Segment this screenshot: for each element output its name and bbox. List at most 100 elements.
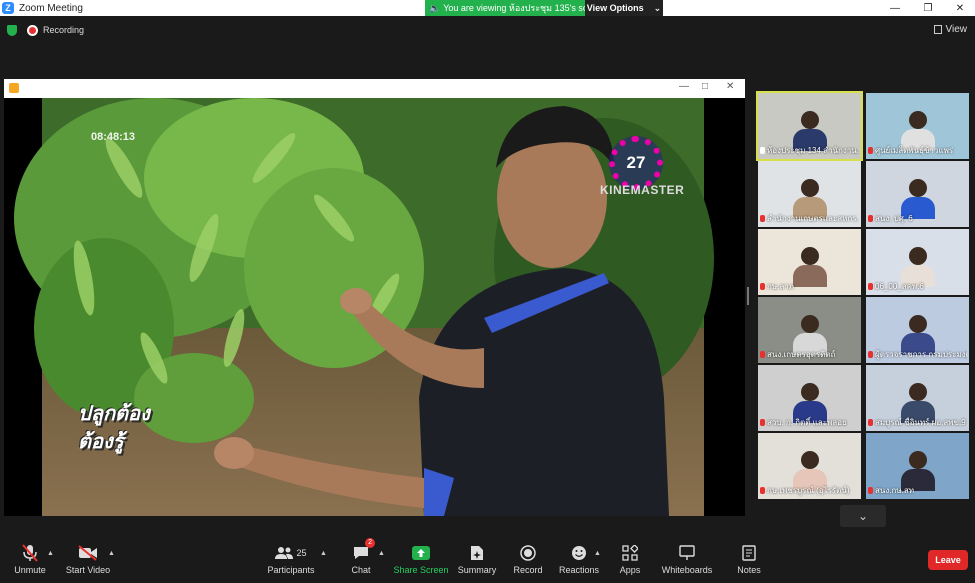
view-options-button[interactable]: View Options ⌄ (585, 0, 663, 16)
kinemaster-watermark: KINEMASTER (600, 183, 685, 197)
participant-head (801, 451, 819, 469)
mic-muted-icon (868, 215, 873, 222)
video-off-icon (78, 543, 98, 563)
mic-muted-icon (760, 283, 765, 290)
channel-logo: 27 (609, 136, 663, 190)
participant-tile[interactable]: กษ.เพชรบูรณ์ (อุไรรัตน์) (758, 433, 861, 499)
record-icon (520, 543, 536, 563)
participant-head (801, 315, 819, 333)
unmute-button[interactable]: Unmute (0, 543, 60, 575)
share-screen-icon (412, 543, 430, 563)
participant-tile[interactable]: สำนักงานเกษตรและสหกร... (758, 161, 861, 227)
participant-name: ห้องประชุม 134 สำนักงาน... (760, 144, 859, 157)
mic-muted-icon (22, 543, 38, 563)
participant-name: กษ.ลาภ (760, 280, 859, 293)
chat-icon: 2 (353, 538, 375, 563)
participants-button[interactable]: 25 Participants (261, 543, 321, 575)
chat-caret-icon[interactable]: ▲ (378, 550, 385, 557)
panel-splitter[interactable] (747, 287, 749, 305)
mic-icon (760, 147, 765, 154)
mic-muted-icon (760, 487, 765, 494)
audio-options-caret-icon[interactable]: ▲ (47, 550, 54, 557)
summary-icon (470, 543, 484, 563)
shared-minimize-icon: — (679, 81, 689, 92)
chat-button[interactable]: 2 Chat (331, 538, 391, 575)
meeting-status-row: Recording View (0, 20, 975, 40)
whiteboards-button[interactable]: Whiteboards (657, 543, 717, 575)
zoom-logo-icon: Z (2, 2, 14, 14)
start-video-button[interactable]: Start Video (58, 543, 118, 575)
participant-tile[interactable]: สวบ. ก. กิตติ์ และพลอย (758, 365, 861, 431)
recording-label: Recording (43, 25, 85, 35)
view-button[interactable]: View (933, 24, 967, 35)
leave-button[interactable]: Leave (928, 550, 968, 570)
mic-muted-icon (868, 283, 873, 290)
participant-head (909, 451, 927, 469)
shared-window-titlebar: — □ ✕ (4, 79, 745, 98)
shared-screen-window: — □ ✕ 08:48:13 27 KINEMASTER ปลูกต้อง ต้… (4, 79, 745, 516)
mic-muted-icon (868, 487, 873, 494)
mic-muted-icon (760, 419, 765, 426)
notes-button[interactable]: Notes (719, 543, 779, 575)
shield-icon[interactable] (7, 25, 17, 36)
participant-name: สนง. ปศุ. 6 (868, 212, 967, 225)
chevron-down-icon: ⌄ (653, 2, 662, 13)
mic-muted-icon (868, 419, 873, 426)
participant-head (909, 111, 927, 129)
apps-button[interactable]: Apps (600, 543, 660, 575)
participant-name: กษ.เพชรบูรณ์ (อุไรรัตน์) (760, 484, 859, 497)
whiteboard-icon (679, 543, 695, 563)
participant-name: สวบ. ก. กิตติ์ และพลอย (760, 416, 859, 429)
participants-count: 25 (296, 548, 307, 558)
participant-head (909, 179, 927, 197)
participant-head (909, 247, 927, 265)
participant-head (909, 315, 927, 333)
participant-tile[interactable]: สนง. ปศุ. 6 (866, 161, 969, 227)
gallery-scroll-down-button[interactable]: ⌄ (840, 505, 886, 527)
participant-tile[interactable]: สนง.กษ.สท (866, 433, 969, 499)
participant-tile[interactable]: ห้องประชุม 134 สำนักงาน... (756, 91, 863, 161)
shared-close-icon: ✕ (726, 81, 735, 92)
minimize-icon[interactable]: — (880, 0, 910, 16)
chat-badge: 2 (365, 538, 375, 548)
share-screen-button[interactable]: Share Screen (391, 543, 451, 575)
mic-muted-icon (760, 215, 765, 222)
mic-muted-icon (868, 351, 873, 358)
participant-name: สนง.เกษตรอุตรดิตถ์ (760, 348, 859, 361)
maximize-icon[interactable]: ❐ (913, 0, 943, 16)
participant-tile[interactable]: สมบูรณ์ ชื่อินทร์ ผอ.สพข.9 (866, 365, 969, 431)
close-icon[interactable]: ✕ (945, 0, 975, 16)
participant-head (801, 179, 819, 197)
participant-head (801, 111, 819, 129)
video-options-caret-icon[interactable]: ▲ (108, 550, 115, 557)
speaker-icon: 🔈 (429, 2, 441, 13)
chevron-down-icon: ⌄ (857, 509, 869, 523)
participant-tile[interactable]: สนง.เกษตรอุตรดิตถ์ (758, 297, 861, 363)
participants-caret-icon[interactable]: ▲ (320, 550, 327, 557)
participant-head (801, 247, 819, 265)
mic-muted-icon (868, 147, 873, 154)
participant-head (909, 383, 927, 401)
participant-gallery: ห้องประชุม 134 สำนักงาน... ศูนย์เมล็ดพันธ… (756, 91, 970, 503)
participant-name: 06_00_สคพ.6 (868, 280, 967, 293)
window-title: Zoom Meeting (19, 2, 83, 14)
participant-name: ศูนย์เมล็ดพันธุ์ข้าวแพร่ (868, 144, 967, 157)
apps-icon (622, 543, 638, 563)
participant-name: สนง.กษ.สท (868, 484, 967, 497)
mic-muted-icon (760, 351, 765, 358)
video-timestamp: 08:48:13 (91, 131, 136, 143)
grid-icon (933, 25, 942, 34)
participant-head (801, 383, 819, 401)
zoom-app: Z Zoom Meeting — ❐ ✕ 🔈 You are viewing ห… (0, 0, 975, 583)
app-icon (9, 83, 19, 93)
participant-tile[interactable]: 06_00_สคพ.6 (866, 229, 969, 295)
participant-tile[interactable]: ผู้ตรวจราชการ กรมประมง(... (866, 297, 969, 363)
participant-tile[interactable]: ศูนย์เมล็ดพันธุ์ข้าวแพร่ (866, 93, 969, 159)
shared-video: 08:48:13 27 KINEMASTER ปลูกต้อง ต้องรู้ (4, 98, 745, 516)
viewing-banner: 🔈 You are viewing ห้องประชุม 135's scree… (425, 0, 663, 16)
recording-icon (27, 25, 38, 36)
participant-tile[interactable]: กษ.ลาภ (758, 229, 861, 295)
shared-maximize-icon: □ (702, 81, 709, 92)
reactions-icon (571, 543, 587, 563)
show-logo: ปลูกต้อง ต้องรู้ (78, 403, 150, 453)
